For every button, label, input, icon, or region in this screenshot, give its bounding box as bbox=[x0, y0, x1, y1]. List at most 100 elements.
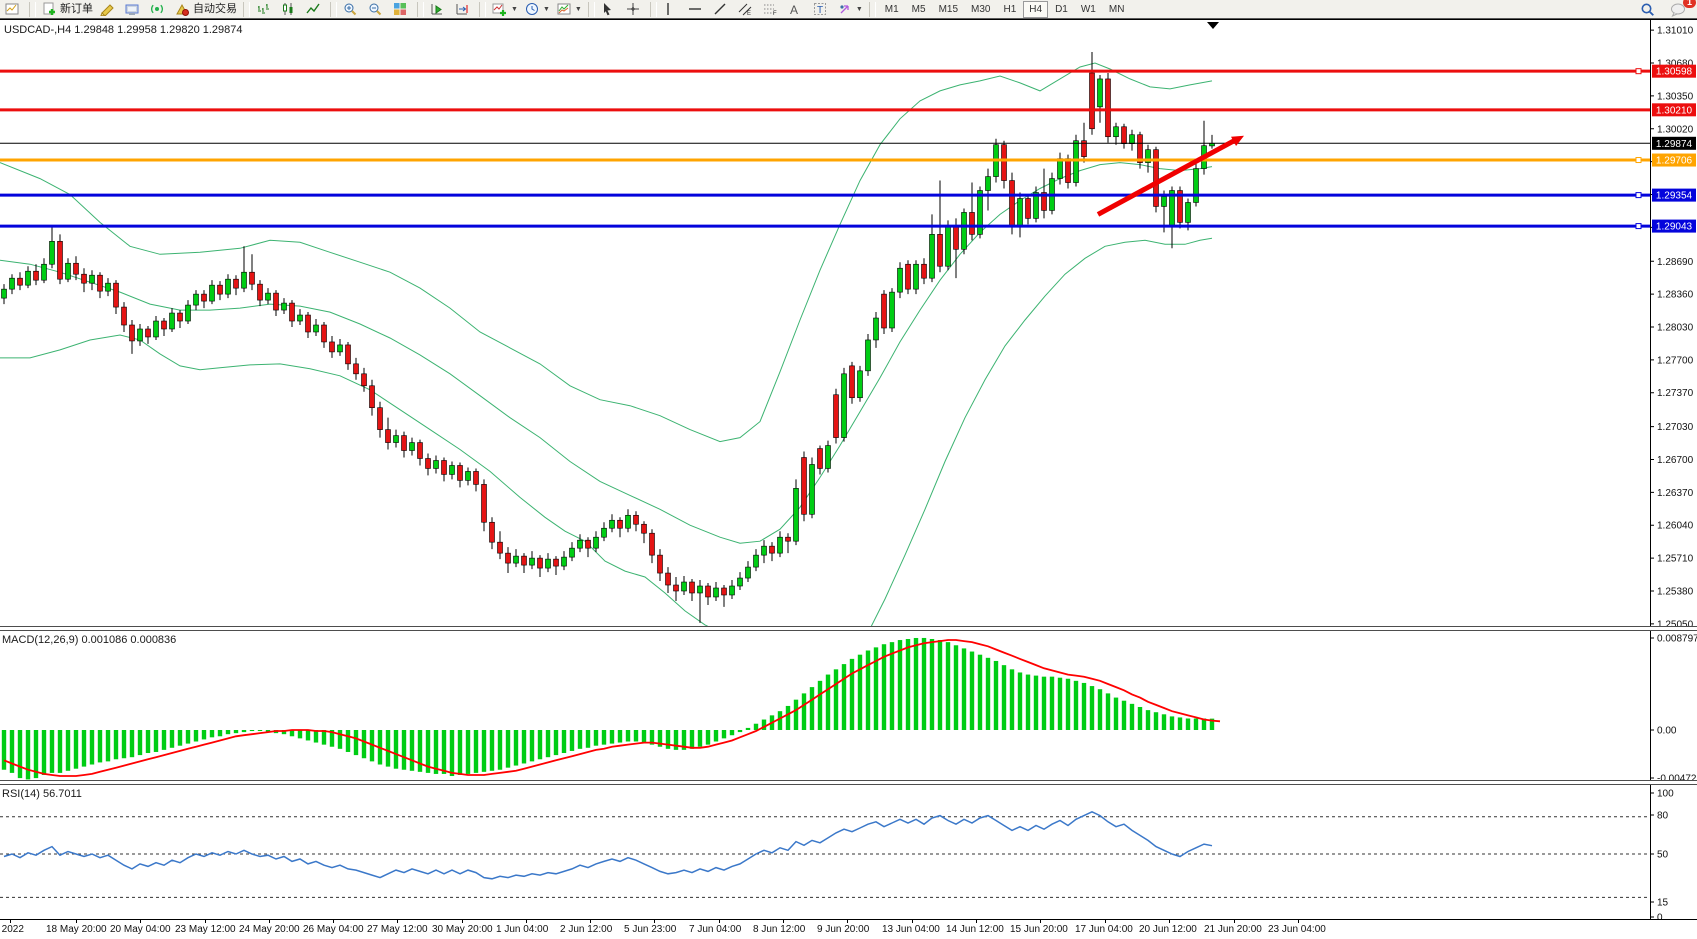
svg-text:1.27370: 1.27370 bbox=[1657, 388, 1694, 399]
periods-icon[interactable]: ▼ bbox=[522, 0, 553, 18]
time-tick bbox=[526, 920, 527, 923]
chevron-down-icon: ▼ bbox=[543, 6, 550, 13]
svg-text:1.29043: 1.29043 bbox=[1656, 222, 1693, 233]
time-tick bbox=[912, 920, 913, 923]
chevron-down-icon: ▼ bbox=[511, 6, 518, 13]
svg-text:F: F bbox=[773, 11, 777, 16]
toolbar-separator bbox=[479, 2, 486, 17]
svg-text:100: 100 bbox=[1657, 789, 1674, 800]
toolbar-separator bbox=[29, 2, 36, 17]
chat-icon[interactable]: 1 bbox=[1667, 0, 1691, 18]
svg-text:0.008797: 0.008797 bbox=[1657, 634, 1697, 645]
time-label: 23 May 12:00 bbox=[175, 924, 236, 935]
toolbar-separator bbox=[330, 2, 337, 17]
chart-window-icon[interactable] bbox=[2, 0, 26, 18]
channel-icon[interactable]: E bbox=[735, 0, 759, 18]
time-label: 17 Jun 04:00 bbox=[1075, 924, 1133, 935]
level-handle[interactable] bbox=[1636, 158, 1641, 163]
price-chart[interactable]: 1.310101.306801.303501.300201.296901.293… bbox=[0, 19, 1697, 626]
candlestick-chart-icon[interactable] bbox=[278, 0, 302, 18]
text-label-icon[interactable]: T bbox=[810, 0, 834, 18]
svg-text:1.30598: 1.30598 bbox=[1656, 67, 1693, 78]
zoom-in-icon[interactable] bbox=[340, 0, 364, 18]
time-tick bbox=[205, 920, 206, 923]
time-label: 9 Jun 20:00 bbox=[817, 924, 869, 935]
svg-text:1.25710: 1.25710 bbox=[1657, 554, 1694, 565]
time-axis[interactable]: May 202218 May 20:0020 May 04:0023 May 1… bbox=[0, 919, 1697, 939]
timeframe-button-m5[interactable]: M5 bbox=[906, 1, 932, 18]
time-label: 21 Jun 20:00 bbox=[1204, 924, 1262, 935]
trendline-icon[interactable] bbox=[710, 0, 734, 18]
macd-chart[interactable]: 0.0087970.00-0.004725 bbox=[0, 631, 1697, 780]
svg-text:1.26040: 1.26040 bbox=[1657, 521, 1694, 532]
time-label: 13 Jun 04:00 bbox=[882, 924, 940, 935]
vertical-line-icon[interactable] bbox=[660, 0, 684, 18]
timeframe-button-d1[interactable]: D1 bbox=[1049, 1, 1074, 18]
new-order-button[interactable]: 新订单 bbox=[39, 0, 96, 18]
time-tick bbox=[783, 920, 784, 923]
rsi-panel[interactable]: 1008050150 bbox=[0, 785, 1697, 919]
timeframe-button-m15[interactable]: M15 bbox=[933, 1, 964, 18]
timeframe-button-w1[interactable]: W1 bbox=[1075, 1, 1102, 18]
svg-text:1.25380: 1.25380 bbox=[1657, 586, 1694, 597]
timeframe-button-h4[interactable]: H4 bbox=[1023, 1, 1048, 18]
svg-text:80: 80 bbox=[1657, 811, 1669, 822]
time-tick bbox=[719, 920, 720, 923]
timeframe-button-m1[interactable]: M1 bbox=[879, 1, 905, 18]
cursor-icon[interactable] bbox=[598, 0, 622, 18]
autotrade-button[interactable]: 自动交易 bbox=[172, 0, 240, 18]
signal-icon[interactable] bbox=[147, 0, 171, 18]
time-tick bbox=[1105, 920, 1106, 923]
notification-badge: 1 bbox=[1683, 0, 1696, 8]
crayon-icon[interactable] bbox=[97, 0, 121, 18]
time-label: 27 May 12:00 bbox=[367, 924, 428, 935]
macd-panel[interactable]: 0.0087970.00-0.004725 bbox=[0, 631, 1697, 780]
time-tick bbox=[1234, 920, 1235, 923]
level-handle[interactable] bbox=[1636, 224, 1641, 229]
rsi-chart[interactable]: 1008050150 bbox=[0, 785, 1697, 919]
bar-chart-icon[interactable] bbox=[253, 0, 277, 18]
horizontal-line-icon[interactable] bbox=[685, 0, 709, 18]
macd-axis: 0.0087970.00-0.004725 bbox=[1650, 634, 1697, 781]
level-handle[interactable] bbox=[1636, 193, 1641, 198]
toolbar-separator bbox=[243, 2, 250, 17]
search-icon[interactable] bbox=[1637, 0, 1661, 18]
text-icon[interactable]: A bbox=[785, 0, 809, 18]
toolbar: 新订单 自动交易 ▼ ▼ ▼ E F AT ▼ M1M5M15M30H1H4D1W1MN 1 bbox=[0, 0, 1697, 19]
svg-text:1.27030: 1.27030 bbox=[1657, 422, 1694, 433]
toolbar-separator bbox=[869, 2, 876, 17]
arrows-icon[interactable]: ▼ bbox=[835, 0, 866, 18]
chart-shift-icon[interactable] bbox=[452, 0, 476, 18]
indicators-icon[interactable]: ▼ bbox=[489, 0, 521, 18]
timeframe-button-m30[interactable]: M30 bbox=[965, 1, 996, 18]
terminal-icon[interactable] bbox=[122, 0, 146, 18]
main-chart-panel[interactable]: 1.310101.306801.303501.300201.296901.293… bbox=[0, 19, 1697, 626]
svg-text:50: 50 bbox=[1657, 850, 1669, 861]
fibonacci-icon[interactable]: F bbox=[760, 0, 784, 18]
autoscroll-icon[interactable] bbox=[427, 0, 451, 18]
toolbar-separator bbox=[588, 2, 595, 17]
line-chart-icon[interactable] bbox=[303, 0, 327, 18]
svg-text:1.28360: 1.28360 bbox=[1657, 290, 1694, 301]
tile-windows-icon[interactable] bbox=[390, 0, 414, 18]
rsi-label: RSI(14) 56.7011 bbox=[2, 788, 82, 800]
timeframe-button-mn[interactable]: MN bbox=[1103, 1, 1131, 18]
time-label: 15 Jun 20:00 bbox=[1010, 924, 1068, 935]
templates-icon[interactable]: ▼ bbox=[554, 0, 585, 18]
time-tick bbox=[140, 920, 141, 923]
timeframe-button-h1[interactable]: H1 bbox=[997, 1, 1022, 18]
time-label: 7 Jun 04:00 bbox=[689, 924, 741, 935]
time-tick bbox=[76, 920, 77, 923]
svg-text:T: T bbox=[817, 5, 823, 16]
svg-text:1.28030: 1.28030 bbox=[1657, 323, 1694, 334]
svg-text:1.30210: 1.30210 bbox=[1656, 105, 1693, 116]
svg-text:1.26370: 1.26370 bbox=[1657, 488, 1694, 499]
time-label: 23 Jun 04:00 bbox=[1268, 924, 1326, 935]
zoom-out-icon[interactable] bbox=[365, 0, 389, 18]
svg-text:1.29354: 1.29354 bbox=[1656, 191, 1693, 202]
chart-shift-marker[interactable] bbox=[1207, 22, 1219, 29]
svg-text:1.30350: 1.30350 bbox=[1657, 91, 1694, 102]
svg-text:1.30020: 1.30020 bbox=[1657, 124, 1694, 135]
crosshair-icon[interactable] bbox=[623, 0, 647, 18]
level-handle[interactable] bbox=[1636, 69, 1641, 74]
